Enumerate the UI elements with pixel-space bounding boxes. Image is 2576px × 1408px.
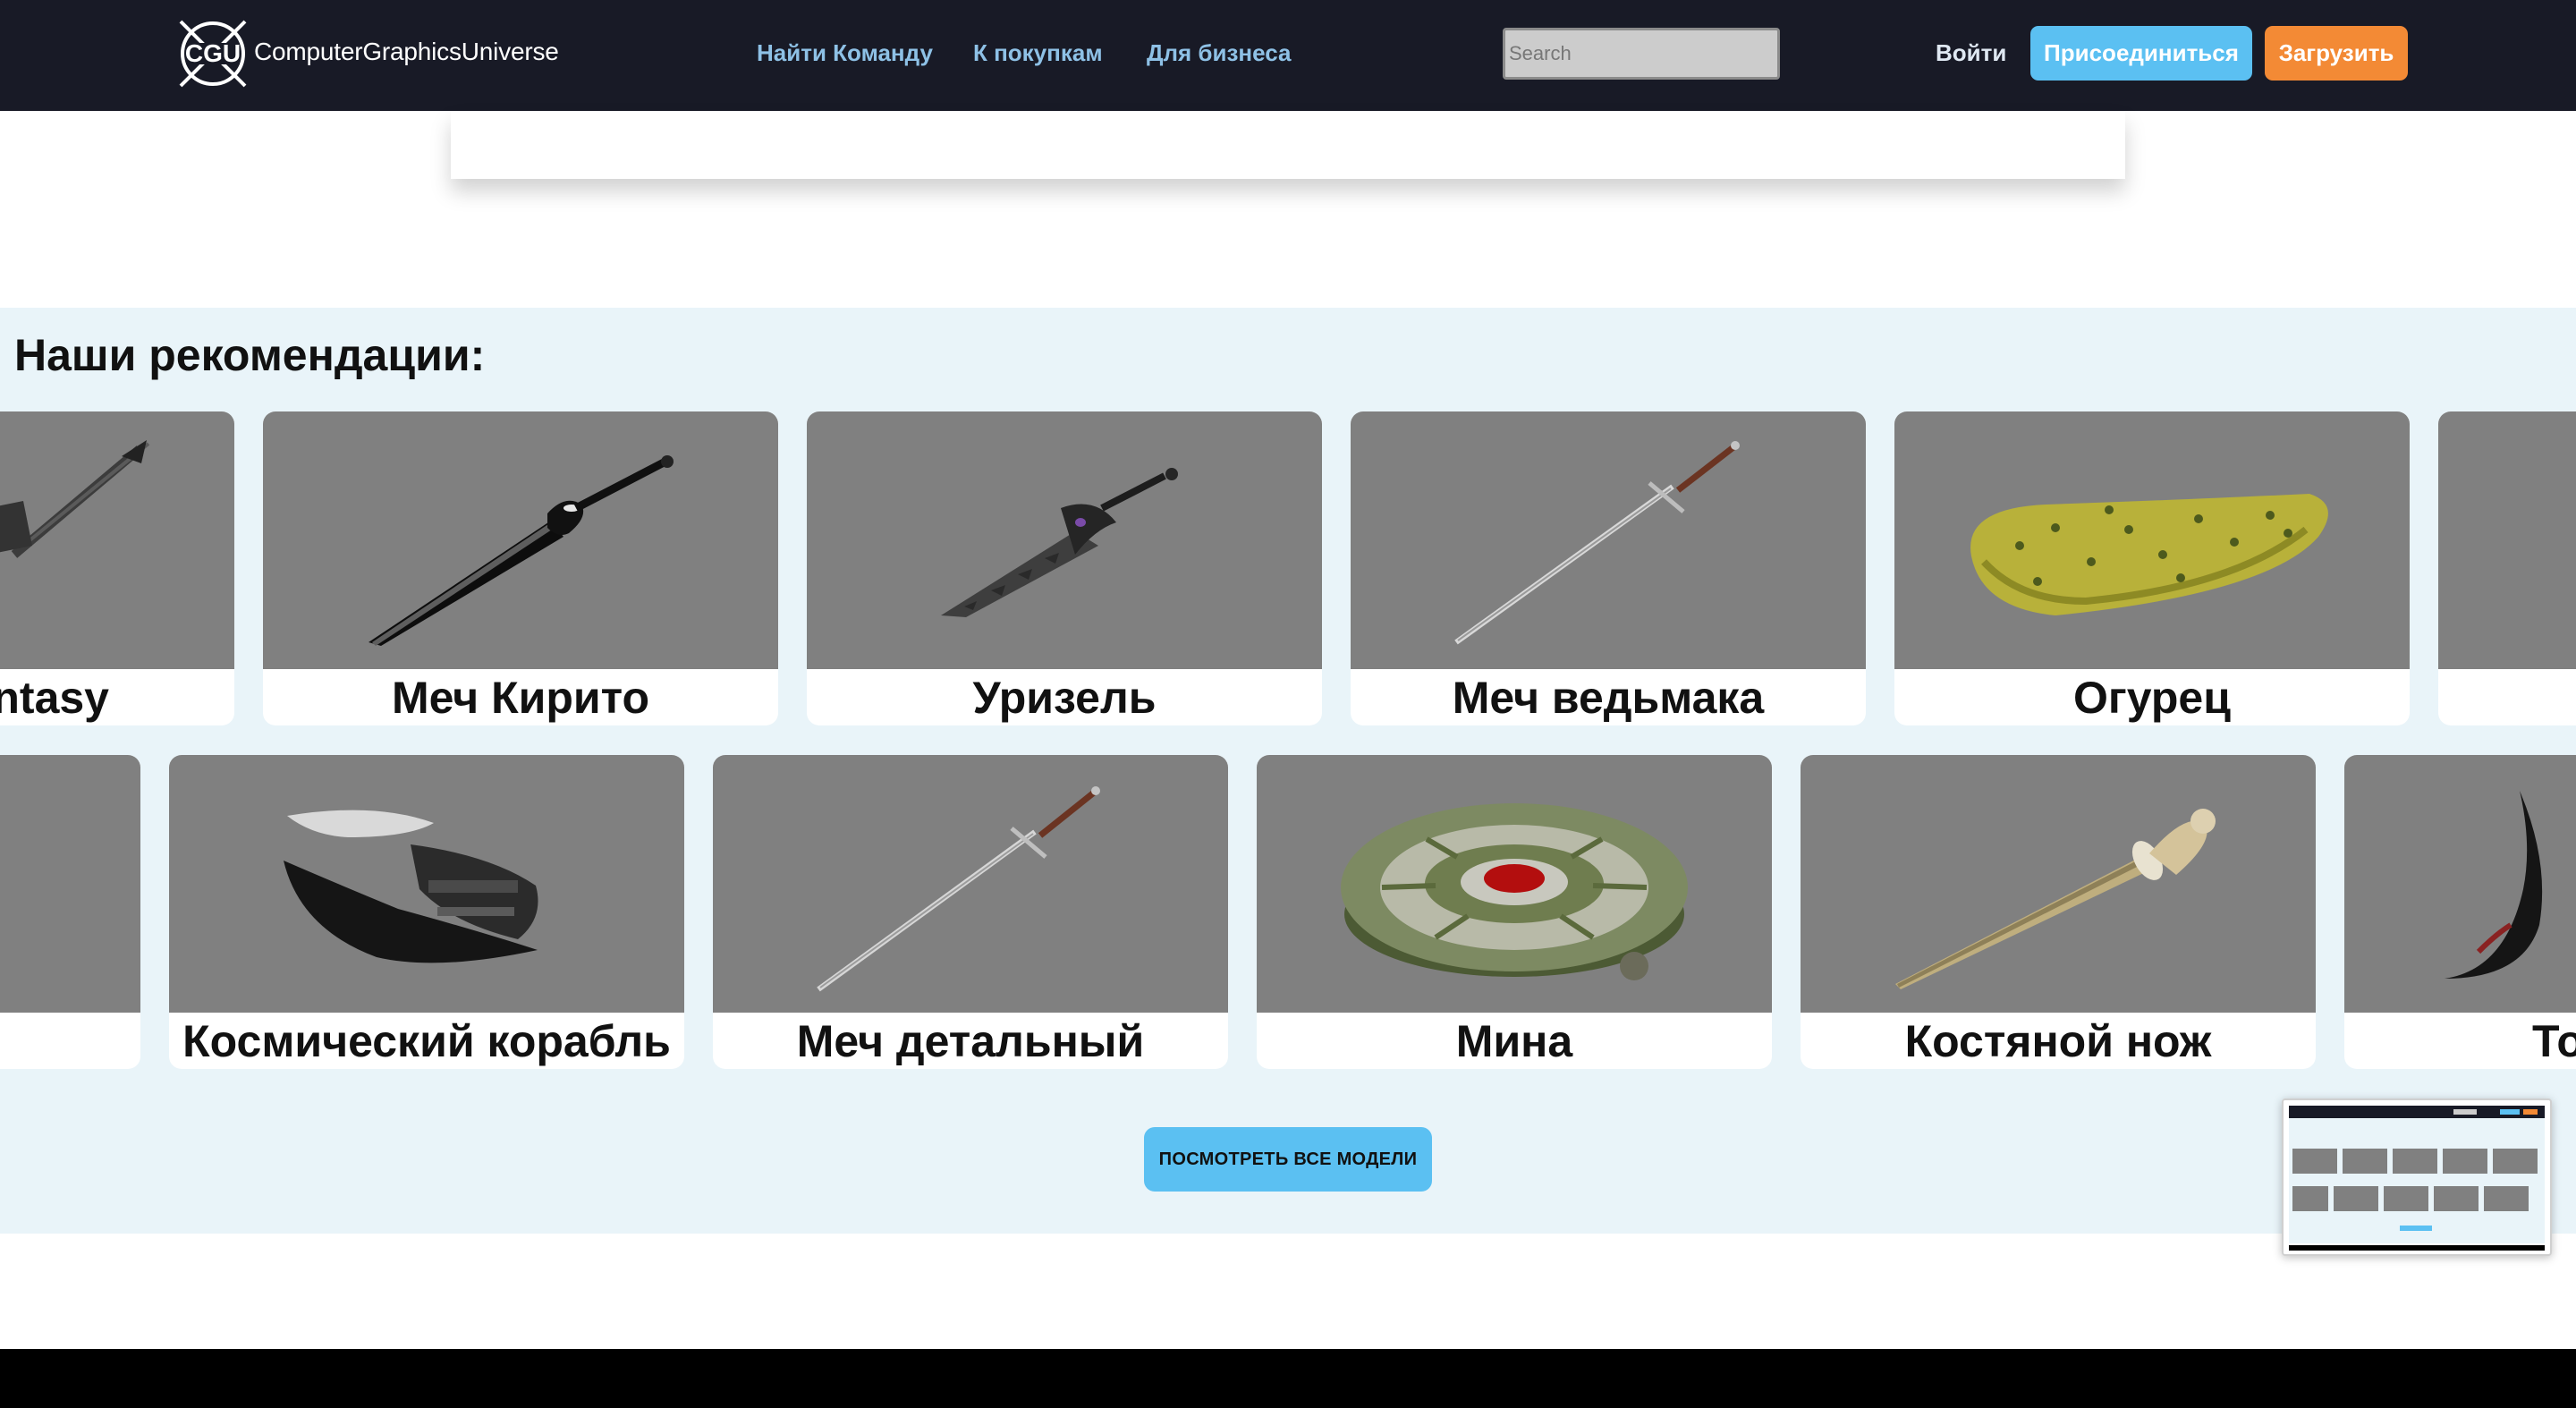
page-preview-image	[2284, 1100, 2550, 1254]
model-card-partial[interactable]	[2438, 411, 2576, 725]
model-thumbnail	[1257, 755, 1772, 1013]
model-thumbnail	[1801, 755, 2316, 1013]
site-footer	[0, 1349, 2576, 1408]
site-header: CGU ComputerGraphicsUniverse Найти Коман…	[0, 0, 2576, 111]
login-link[interactable]: Войти	[1936, 39, 2006, 67]
detailed-sword-icon	[817, 786, 1100, 992]
model-thumbnail	[169, 755, 684, 1013]
model-card-title: Костяной нож	[1904, 1016, 2212, 1066]
model-card-bone-knife[interactable]: Костяной нож	[1801, 755, 2316, 1069]
model-card-title: Мина	[1455, 1016, 1573, 1066]
model-card-title	[0, 1016, 140, 1066]
join-button[interactable]: Присоединиться	[2030, 26, 2252, 81]
recommendations-title: Наши рекомендации:	[14, 330, 486, 380]
model-thumbnail	[2344, 755, 2576, 1013]
view-all-models-button[interactable]: ПОСМОТРЕТЬ ВСЕ МОДЕЛИ	[1144, 1127, 1432, 1192]
nav-shop[interactable]: К покупкам	[973, 39, 1103, 67]
model-card-mine[interactable]: Мина	[1257, 755, 1772, 1069]
spaceship-icon	[284, 810, 538, 963]
recommendations-section: Наши рекомендации: ntasy Меч Кирито Уриз…	[0, 308, 2576, 1234]
model-card-detailed-sword[interactable]: Меч детальный	[713, 755, 1228, 1069]
upload-button[interactable]: Загрузить	[2265, 26, 2408, 81]
model-card-title: То	[2532, 1016, 2576, 1066]
model-card-title: ntasy	[0, 673, 109, 723]
model-thumbnail	[263, 411, 778, 669]
mine-icon	[1341, 803, 1688, 980]
model-card-title: Космический корабль	[182, 1016, 671, 1066]
cgu-logo-icon[interactable]: CGU	[172, 13, 254, 95]
svg-text:CGU: CGU	[185, 39, 241, 67]
model-thumbnail	[1894, 411, 2410, 669]
model-card-fantasy[interactable]: ntasy	[0, 411, 234, 725]
model-thumbnail	[807, 411, 1322, 669]
nav-find-team[interactable]: Найти Команду	[757, 39, 933, 67]
nav-business[interactable]: Для бизнеса	[1147, 39, 1291, 67]
model-card-witcher-sword[interactable]: Меч ведьмака	[1351, 411, 1866, 725]
urizel-sword-icon	[941, 468, 1178, 617]
model-card-urizel[interactable]: Уризель	[807, 411, 1322, 725]
brand-name[interactable]: ComputerGraphicsUniverse	[254, 38, 559, 66]
model-card-title: Меч ведьмака	[1452, 673, 1765, 723]
model-thumbnail	[1351, 411, 1866, 669]
model-card-title: Меч Кирито	[391, 673, 650, 723]
model-card-cucumber[interactable]: Огурец	[1894, 411, 2410, 725]
model-card-title	[2438, 673, 2576, 723]
model-card-spaceship[interactable]: Космический корабль	[169, 755, 684, 1069]
model-card-partial-left[interactable]	[0, 755, 140, 1069]
model-thumbnail	[713, 755, 1228, 1013]
model-card-title: Уризель	[972, 673, 1157, 723]
page-preview-thumbnail[interactable]	[2282, 1098, 2552, 1256]
curved-blade-icon	[2445, 791, 2543, 979]
cucumber-icon	[1970, 494, 2328, 615]
model-card-kirito-sword[interactable]: Меч Кирито	[263, 411, 778, 725]
model-card-partial-right[interactable]: То	[2344, 755, 2576, 1069]
model-thumbnail	[2438, 411, 2576, 669]
kirito-sword-icon	[369, 455, 674, 646]
content-card	[451, 111, 2125, 179]
search-input[interactable]	[1503, 28, 1780, 80]
model-card-title: Меч детальный	[796, 1016, 1145, 1066]
bone-knife-icon	[1895, 809, 2216, 989]
witcher-sword-icon	[1454, 441, 1740, 645]
model-thumbnail	[0, 411, 234, 669]
fantasy-sword-icon	[0, 440, 150, 558]
model-card-title: Огурец	[2073, 673, 2231, 723]
model-thumbnail	[0, 755, 140, 1013]
